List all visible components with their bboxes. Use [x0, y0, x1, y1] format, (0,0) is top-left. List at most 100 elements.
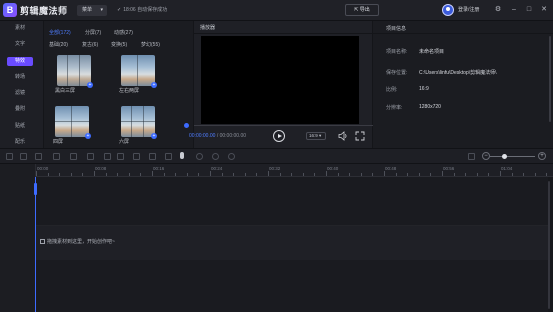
chevron-down-icon: ▾: [319, 133, 322, 138]
save-status-text: 18:06 自动保存成功: [123, 7, 168, 13]
zoom-slider-handle[interactable]: [502, 154, 508, 159]
snapshot-icon[interactable]: [165, 153, 172, 160]
drop-hint: 拖拽素材到这里，开始创作吧~: [40, 238, 115, 245]
maximize-icon[interactable]: □: [524, 4, 534, 16]
thumbnail-label: 左右两屏: [119, 88, 140, 94]
playhead[interactable]: [35, 177, 36, 312]
tick: [337, 173, 339, 176]
export-button[interactable]: ⇱ 导出: [345, 4, 379, 16]
nav-item[interactable]: 转场: [7, 73, 33, 82]
filter-tab[interactable]: 基础(20): [49, 42, 68, 49]
app-logo: B: [3, 3, 17, 17]
nav-item[interactable]: 素材: [7, 24, 33, 33]
tick: [349, 173, 351, 176]
effect-thumbnail[interactable]: [55, 106, 89, 137]
tick: [94, 171, 95, 176]
split-line: [121, 121, 155, 122]
tick: [326, 171, 327, 176]
minimize-icon[interactable]: –: [509, 4, 519, 16]
export-label: 导出: [359, 7, 370, 13]
reverse-icon[interactable]: [117, 153, 124, 160]
effect-thumbnail[interactable]: [57, 55, 91, 86]
freeze-icon[interactable]: [196, 153, 203, 160]
preview-screen: [201, 36, 359, 124]
scrollbar[interactable]: [549, 36, 551, 122]
effect-thumbnail[interactable]: [121, 106, 155, 137]
scrollbar[interactable]: [548, 181, 550, 309]
zoom-slider[interactable]: [490, 156, 535, 157]
tick: [534, 173, 536, 176]
tick: [360, 173, 362, 176]
speed-icon[interactable]: [104, 153, 111, 160]
player-title: 播放器: [200, 25, 216, 31]
crop-icon[interactable]: [87, 153, 94, 160]
fullscreen-icon[interactable]: [355, 131, 365, 141]
split-icon[interactable]: [53, 153, 60, 160]
microphone-icon[interactable]: [180, 152, 184, 159]
effect-thumbnail[interactable]: [121, 55, 155, 86]
tick: [442, 171, 443, 176]
filter-tab[interactable]: 变换(5): [111, 42, 127, 49]
undo-icon[interactable]: [6, 153, 13, 160]
tick: [395, 173, 397, 176]
image-icon[interactable]: [212, 153, 219, 160]
redo-icon[interactable]: [20, 153, 27, 160]
menu-button[interactable]: 菜单 ▾: [77, 5, 107, 16]
add-icon[interactable]: +: [151, 82, 157, 88]
volume-icon[interactable]: [338, 131, 348, 141]
add-icon[interactable]: +: [85, 133, 91, 139]
tick: [198, 173, 200, 176]
nav-item[interactable]: 特效: [7, 57, 33, 66]
progress-bar[interactable]: [194, 125, 374, 126]
copy-icon[interactable]: [70, 153, 77, 160]
login-link[interactable]: 登录/注册: [458, 5, 479, 16]
save-location-value: C:\Users\linfu\Desktop\剪辑魔法师\: [419, 70, 497, 76]
resolution-label: 分辨率:: [386, 105, 403, 111]
zoom-out-icon[interactable]: −: [482, 152, 490, 160]
tick: [279, 173, 281, 176]
nav-item[interactable]: 贴纸: [7, 122, 33, 131]
tick: [221, 173, 223, 176]
nav-item[interactable]: 文字: [7, 40, 33, 49]
add-icon[interactable]: +: [151, 133, 157, 139]
snap-icon[interactable]: [468, 153, 475, 160]
tick: [314, 173, 316, 176]
tick: [372, 173, 374, 176]
filter-tab[interactable]: 分屏(7): [85, 30, 101, 37]
divider: [373, 33, 553, 34]
rotate-icon[interactable]: [149, 153, 156, 160]
filter-tab[interactable]: 动感(27): [114, 30, 133, 37]
ratio-select[interactable]: 16:9 ▾: [306, 132, 326, 140]
zoom-in-icon[interactable]: +: [538, 152, 546, 160]
filter-tab[interactable]: 全部(172): [49, 30, 71, 37]
tick: [233, 173, 235, 176]
nav-item[interactable]: 配乐: [7, 138, 33, 147]
close-icon[interactable]: ✕: [539, 4, 549, 16]
tick: [105, 173, 107, 176]
resolution-value: 1280x720: [419, 104, 441, 110]
text-icon[interactable]: [228, 153, 235, 160]
play-button[interactable]: [273, 130, 285, 142]
track-lane[interactable]: [36, 260, 548, 312]
timecode: 00:00:00.00 / 00:00:00.00: [189, 133, 246, 139]
tick: [163, 173, 165, 176]
filter-tab[interactable]: 复古(6): [82, 42, 98, 49]
avatar[interactable]: [442, 4, 454, 16]
progress-handle[interactable]: [184, 123, 189, 128]
track-lane[interactable]: [36, 177, 548, 226]
nav-item[interactable]: 滤镜: [7, 89, 33, 98]
tick: [82, 173, 84, 176]
timeline-ruler[interactable]: 00:00 00:08 00:16 00:24 00:32 00:40 00:48 00:56…: [36, 164, 553, 177]
mirror-icon[interactable]: [133, 153, 140, 160]
filter-tab[interactable]: 梦幻(55): [141, 42, 160, 49]
playhead-handle[interactable]: [34, 183, 37, 195]
settings-icon[interactable]: ⚙: [493, 4, 503, 16]
tick: [175, 173, 177, 176]
tick: [210, 171, 211, 176]
delete-icon[interactable]: [35, 153, 42, 160]
save-location-label: 保存位置:: [386, 70, 408, 76]
tick: [256, 173, 258, 176]
nav-item[interactable]: 叠附: [7, 105, 33, 114]
add-icon[interactable]: +: [87, 82, 93, 88]
project-name-value: 未命名项目: [419, 49, 445, 55]
